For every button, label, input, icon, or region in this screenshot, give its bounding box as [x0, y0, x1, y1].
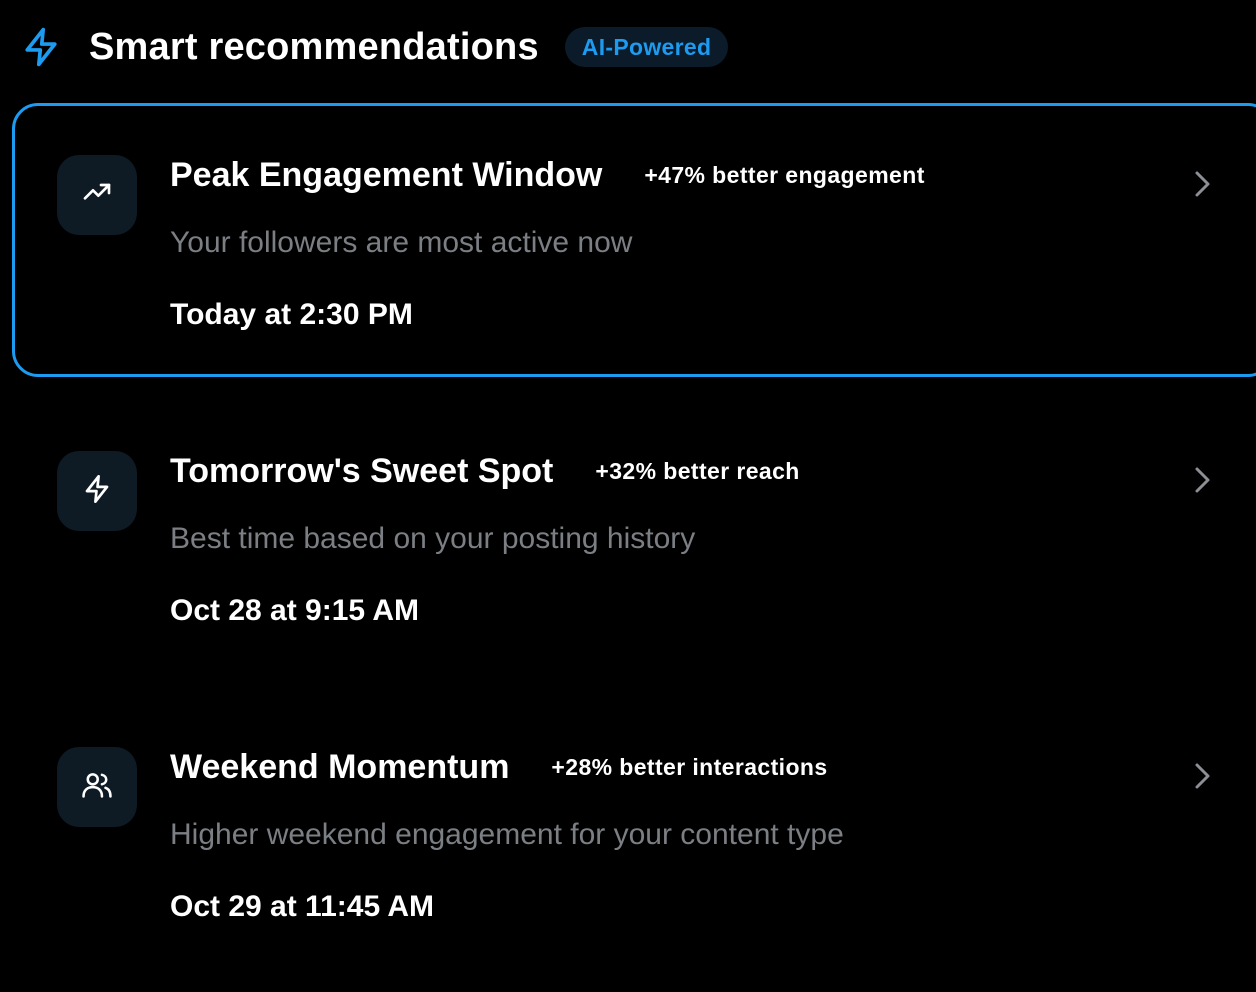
chevron-right-icon[interactable]	[1187, 462, 1217, 498]
card-title-row: Weekend Momentum +28% better interaction…	[170, 746, 828, 788]
section-title: Smart recommendations	[89, 25, 539, 68]
card-icon-tile	[57, 155, 137, 235]
card-stat: +47% better engagement	[644, 161, 925, 188]
trending-up-icon	[81, 177, 113, 214]
smart-recommendations-panel: Smart recommendations AI-Powered Peak En…	[0, 0, 1256, 992]
card-stat: +28% better interactions	[551, 753, 828, 780]
card-time: Today at 2:30 PM	[170, 298, 413, 331]
card-time: Oct 29 at 11:45 AM	[170, 890, 435, 923]
recommendation-card-weekend-momentum[interactable]: Weekend Momentum +28% better interaction…	[12, 695, 1256, 969]
bolt-icon	[18, 24, 64, 70]
card-title: Weekend Momentum	[170, 747, 510, 786]
recommendation-card-peak-engagement[interactable]: Peak Engagement Window +47% better engag…	[12, 103, 1256, 377]
ai-powered-badge: AI-Powered	[564, 27, 729, 67]
card-description: Your followers are most active now	[170, 226, 633, 259]
card-title: Tomorrow's Sweet Spot	[170, 451, 554, 490]
chevron-right-icon[interactable]	[1187, 166, 1217, 202]
card-stat: +32% better reach	[595, 457, 800, 484]
card-description: Best time based on your posting history	[170, 522, 696, 555]
card-time: Oct 28 at 9:15 AM	[170, 594, 419, 627]
card-title: Peak Engagement Window	[170, 155, 603, 194]
chevron-right-icon[interactable]	[1187, 758, 1217, 794]
users-icon	[80, 768, 114, 807]
card-icon-tile	[57, 747, 137, 827]
recommendation-card-sweet-spot[interactable]: Tomorrow's Sweet Spot +32% better reach …	[12, 399, 1256, 673]
section-header: Smart recommendations AI-Powered	[18, 22, 729, 72]
card-description: Higher weekend engagement for your conte…	[170, 818, 844, 851]
card-title-row: Tomorrow's Sweet Spot +32% better reach	[170, 450, 800, 492]
card-icon-tile	[57, 451, 137, 531]
card-title-row: Peak Engagement Window +47% better engag…	[170, 154, 925, 196]
bolt-icon	[81, 473, 113, 510]
